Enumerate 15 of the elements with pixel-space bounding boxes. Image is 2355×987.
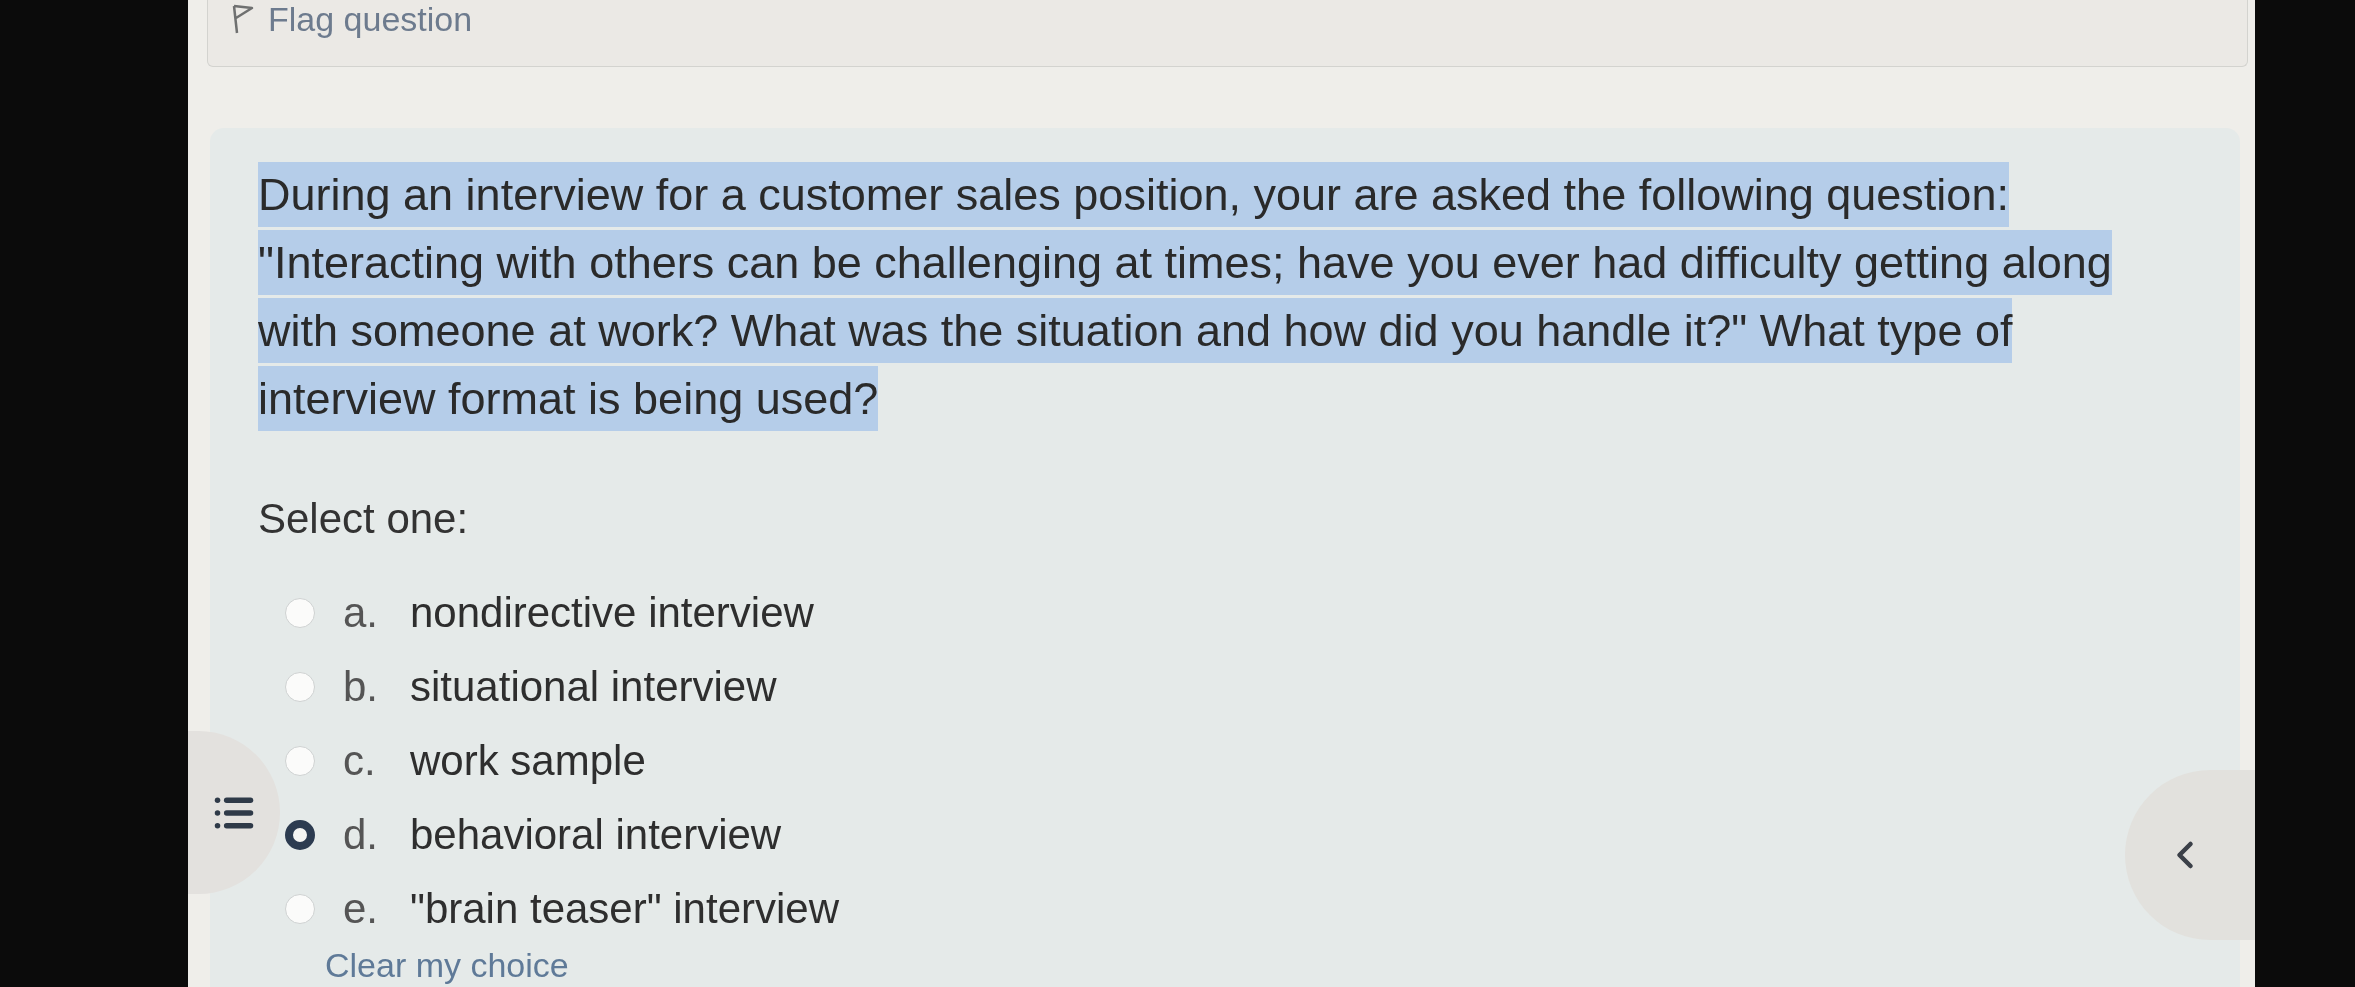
option-letter: a. <box>343 589 379 637</box>
option-letter: e. <box>343 885 379 933</box>
option-letter: c. <box>343 737 376 785</box>
option-label[interactable]: work sample <box>410 737 646 785</box>
option-label[interactable]: behavioral interview <box>410 811 782 859</box>
clear-choice-link[interactable]: Clear my choice <box>325 947 569 983</box>
radio-button[interactable] <box>285 820 315 850</box>
option-letter: d. <box>343 811 379 859</box>
option-label[interactable]: situational interview <box>410 663 777 711</box>
option-label[interactable]: nondirective interview <box>410 589 814 637</box>
select-one-prompt: Select one: <box>258 495 469 543</box>
option-label[interactable]: "brain teaser" interview <box>410 885 839 933</box>
flag-icon <box>232 4 254 34</box>
option-letter: b. <box>343 663 379 711</box>
flag-question-link[interactable]: Flag question <box>232 0 473 38</box>
